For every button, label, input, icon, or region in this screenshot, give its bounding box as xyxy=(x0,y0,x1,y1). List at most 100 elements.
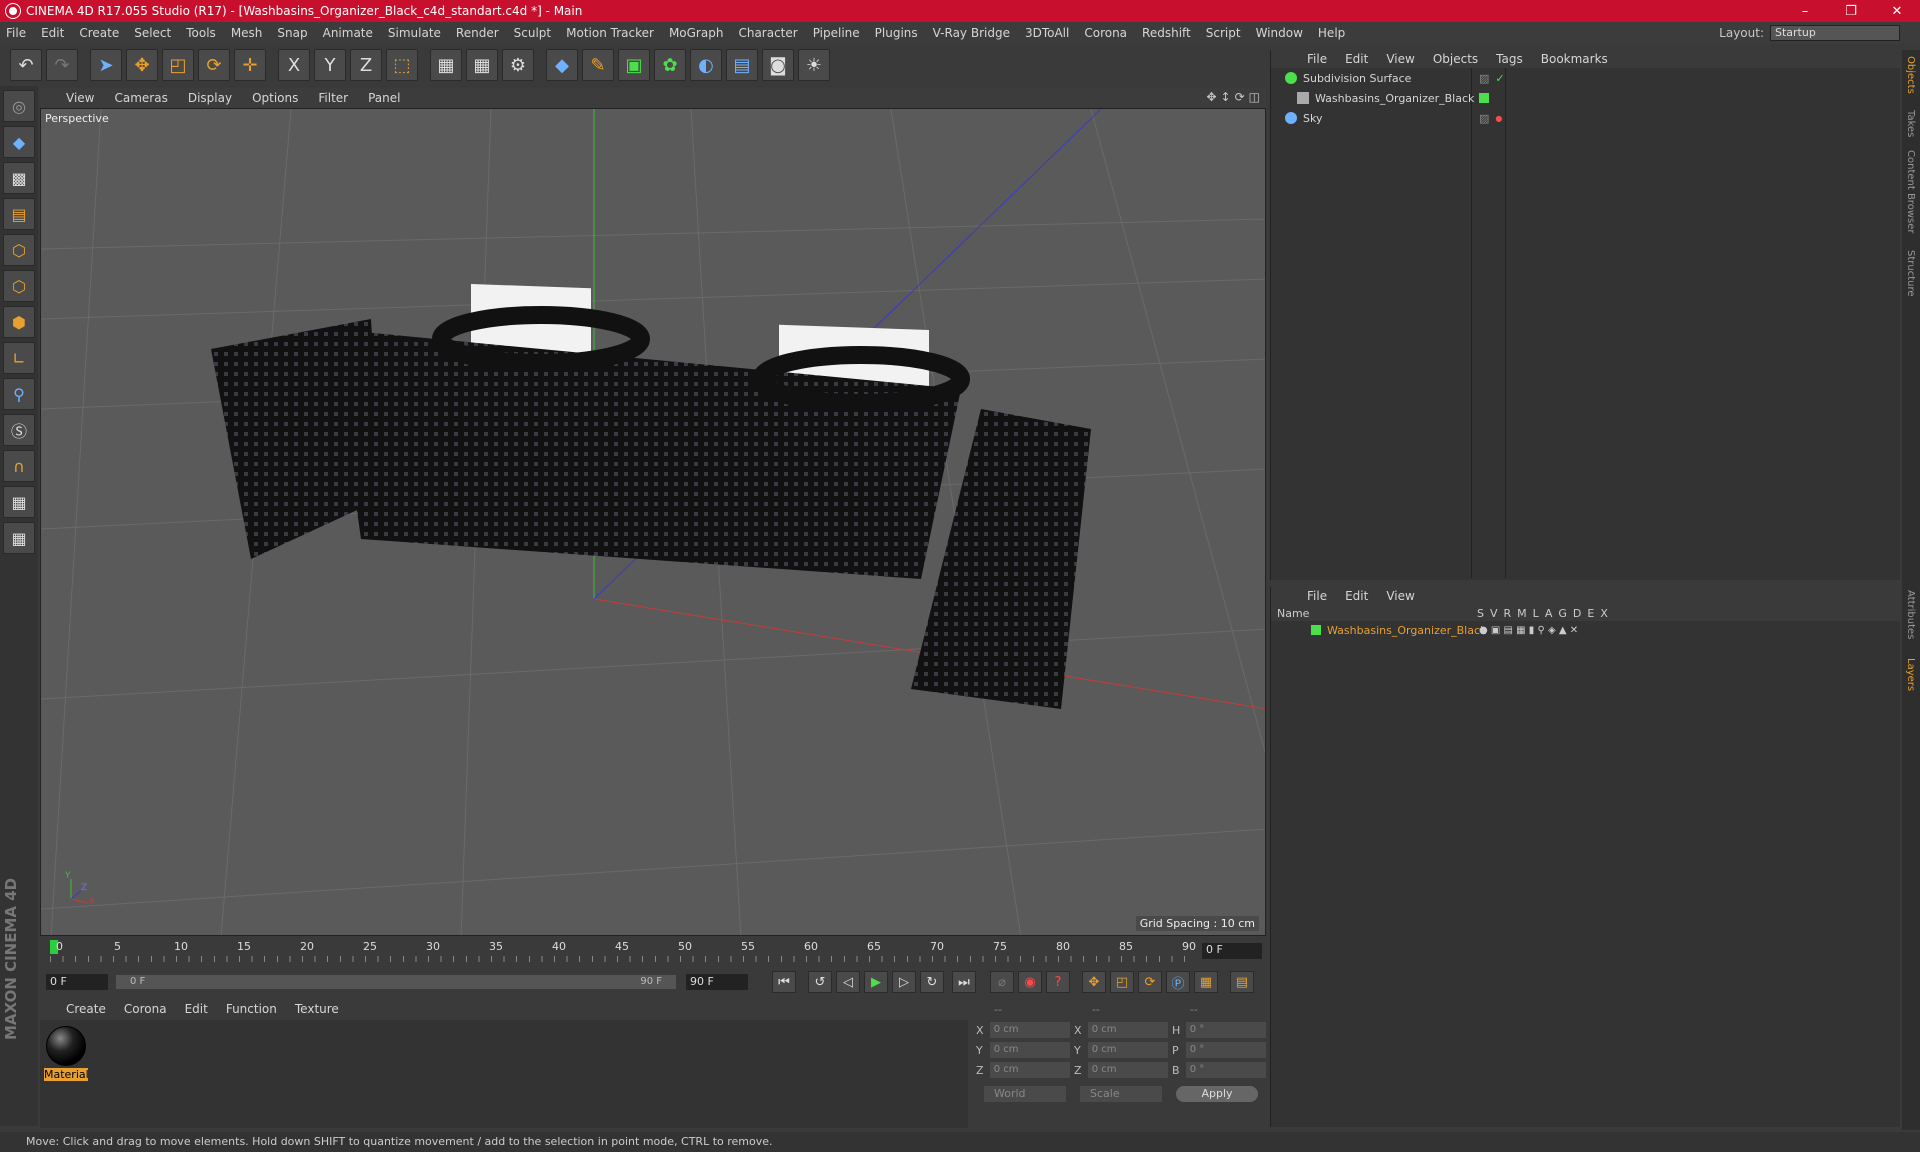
render-settings-icon[interactable]: ⚙ xyxy=(502,49,534,81)
rot-h-field[interactable]: 0 ° xyxy=(1185,1022,1266,1038)
axis-icon[interactable]: ∟ xyxy=(3,342,35,374)
layer-menu-view[interactable]: View xyxy=(1386,589,1414,603)
menu-character[interactable]: Character xyxy=(738,26,797,40)
move-icon[interactable]: ✥ xyxy=(126,49,158,81)
pos-z-field[interactable]: 0 cm xyxy=(989,1062,1070,1078)
timeline-ruler[interactable]: 0 5 10 15 20 25 30 35 40 45 50 55 60 65 … xyxy=(50,938,1196,966)
col-s[interactable]: S xyxy=(1477,607,1484,620)
prev-frame-icon[interactable]: ◁ xyxy=(836,971,860,993)
tab-objects[interactable]: Objects xyxy=(1905,56,1916,94)
menu-mesh[interactable]: Mesh xyxy=(231,26,263,40)
close-button[interactable]: ✕ xyxy=(1874,0,1920,22)
motion-record-icon[interactable]: ⌀ xyxy=(990,971,1014,993)
z-axis-icon[interactable]: Z xyxy=(350,49,382,81)
menu-script[interactable]: Script xyxy=(1206,26,1241,40)
menu-window[interactable]: Window xyxy=(1256,26,1303,40)
model-mode-icon[interactable]: ◆ xyxy=(3,126,35,158)
minimize-button[interactable]: – xyxy=(1782,0,1828,22)
pos-x-field[interactable]: 0 cm xyxy=(989,1022,1070,1038)
grid-icon[interactable]: ▦ xyxy=(3,522,35,554)
scale-icon[interactable]: ◰ xyxy=(162,49,194,81)
obj-menu-objects[interactable]: Objects xyxy=(1433,52,1478,66)
mat-menu-corona[interactable]: Corona xyxy=(124,1002,167,1016)
world-coords-icon[interactable]: ⬚ xyxy=(386,49,418,81)
transform-icon[interactable]: ✛ xyxy=(234,49,266,81)
vp-menu-panel[interactable]: Panel xyxy=(368,91,400,105)
key-move-icon[interactable]: ✥ xyxy=(1082,971,1106,993)
obj-menu-edit[interactable]: Edit xyxy=(1345,52,1368,66)
menu-create[interactable]: Create xyxy=(79,26,119,40)
menu-help[interactable]: Help xyxy=(1318,26,1345,40)
col-x[interactable]: X xyxy=(1600,607,1608,620)
next-key-icon[interactable]: ↻ xyxy=(920,971,944,993)
vp-zoom-icon[interactable]: ↕ xyxy=(1221,90,1231,104)
menu-redshift[interactable]: Redshift xyxy=(1142,26,1191,40)
coord-mode-select[interactable]: Scale xyxy=(1080,1086,1162,1102)
menu-file[interactable]: File xyxy=(6,26,26,40)
layout-select[interactable]: Startup xyxy=(1770,25,1900,41)
obj-menu-tags[interactable]: Tags xyxy=(1496,52,1523,66)
layer-row[interactable]: Washbasins_Organizer_Black ● ▣ ▤ ▦ ▮ ⚲ ◈… xyxy=(1271,621,1900,639)
size-y-field[interactable]: 0 cm xyxy=(1087,1042,1168,1058)
object-row[interactable]: Sky ▨ ● xyxy=(1271,108,1900,128)
timeline-window-icon[interactable]: ▤ xyxy=(1230,971,1254,993)
go-start-icon[interactable]: ⏮ xyxy=(772,971,796,993)
mat-menu-edit[interactable]: Edit xyxy=(185,1002,208,1016)
menu-plugins[interactable]: Plugins xyxy=(875,26,918,40)
object-row[interactable]: Subdivision Surface ▨ ✓ xyxy=(1271,68,1900,88)
record-icon[interactable]: ◉ xyxy=(1018,971,1042,993)
vp-menu-options[interactable]: Options xyxy=(252,91,298,105)
redo-icon[interactable]: ↷ xyxy=(46,49,78,81)
col-g[interactable]: G xyxy=(1558,607,1567,620)
menu-render[interactable]: Render xyxy=(456,26,499,40)
col-d[interactable]: D xyxy=(1573,607,1581,620)
make-editable-icon[interactable]: ◎ xyxy=(3,90,35,122)
apply-button[interactable]: Apply xyxy=(1176,1086,1258,1102)
polygons-mode-icon[interactable]: ⬢ xyxy=(3,306,35,338)
washbasin-organizer-model[interactable] xyxy=(211,284,1091,709)
menu-edit[interactable]: Edit xyxy=(41,26,64,40)
layer-flags[interactable]: ● ▣ ▤ ▦ ▮ ⚲ ◈ ▲ ✕ xyxy=(1479,625,1578,636)
perspective-viewport[interactable]: Y X Z Perspective Grid Spacing : 10 cm xyxy=(40,108,1266,936)
vp-menu-display[interactable]: Display xyxy=(188,91,232,105)
light-icon[interactable]: ☀ xyxy=(798,49,830,81)
cloner-icon[interactable]: ✿ xyxy=(654,49,686,81)
vp-maximize-icon[interactable]: ◫ xyxy=(1249,90,1260,104)
mat-menu-function[interactable]: Function xyxy=(226,1002,277,1016)
vp-move-icon[interactable]: ✥ xyxy=(1206,90,1216,104)
tab-takes[interactable]: Takes xyxy=(1905,110,1916,137)
key-pla-icon[interactable]: ▦ xyxy=(1194,971,1218,993)
timeline[interactable]: 0 5 10 15 20 25 30 35 40 45 50 55 60 65 … xyxy=(40,938,1266,968)
name-column-header[interactable]: Name xyxy=(1277,607,1309,620)
key-scale-icon[interactable]: ◰ xyxy=(1110,971,1134,993)
menu-3dtoall[interactable]: 3DToAll xyxy=(1025,26,1069,40)
menu-simulate[interactable]: Simulate xyxy=(388,26,441,40)
prev-key-icon[interactable]: ↺ xyxy=(808,971,832,993)
col-v[interactable]: V xyxy=(1490,607,1498,620)
menu-vray-bridge[interactable]: V-Ray Bridge xyxy=(933,26,1010,40)
size-z-field[interactable]: 0 cm xyxy=(1087,1062,1168,1078)
menu-sculpt[interactable]: Sculpt xyxy=(514,26,551,40)
render-view-icon[interactable]: ▦ xyxy=(430,49,462,81)
menu-snap[interactable]: Snap xyxy=(277,26,307,40)
snap-icon[interactable]: ∩ xyxy=(3,450,35,482)
select-icon[interactable]: ➤ xyxy=(90,49,122,81)
solo-icon[interactable]: Ⓢ xyxy=(3,414,35,446)
tweak-icon[interactable]: ⚲ xyxy=(3,378,35,410)
autokey-icon[interactable]: ? xyxy=(1046,971,1070,993)
menu-corona[interactable]: Corona xyxy=(1084,26,1127,40)
menu-select[interactable]: Select xyxy=(134,26,171,40)
end-frame-field[interactable]: 90 F xyxy=(686,974,748,990)
edges-mode-icon[interactable]: ⬡ xyxy=(3,270,35,302)
lock-grid-icon[interactable]: ▦ xyxy=(3,486,35,518)
layer-color-icon[interactable] xyxy=(1479,93,1489,103)
layer-tag-icon[interactable]: ▨ xyxy=(1479,72,1489,85)
render-dot-icon[interactable]: ● xyxy=(1495,114,1502,123)
tab-layers[interactable]: Layers xyxy=(1905,658,1916,691)
vp-menu-filter[interactable]: Filter xyxy=(318,91,348,105)
obj-menu-view[interactable]: View xyxy=(1386,52,1414,66)
menu-animate[interactable]: Animate xyxy=(323,26,373,40)
tab-content-browser[interactable]: Content Browser xyxy=(1905,150,1916,233)
frame-range-slider[interactable]: 0 F 90 F xyxy=(116,975,676,989)
check-icon[interactable]: ✓ xyxy=(1495,72,1504,85)
